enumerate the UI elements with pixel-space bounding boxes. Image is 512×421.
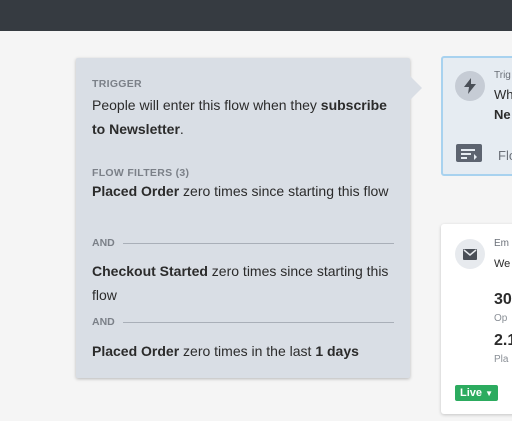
top-navigation-bar <box>0 0 512 31</box>
lightning-icon <box>455 71 485 101</box>
email-card-title: Em <box>494 238 509 249</box>
placed-order-label: Pla <box>494 354 509 365</box>
flow-filter-3: Placed Order zero times in the last 1 da… <box>92 343 359 359</box>
tooltip-pointer <box>409 75 422 101</box>
trigger-node-card[interactable]: Trig Wh Ne Flo <box>441 56 512 176</box>
trigger-details-tooltip: TRIGGER People will enter this flow when… <box>76 58 410 378</box>
flow-filter-1: Placed Order zero times since starting t… <box>92 183 389 199</box>
trigger-card-filters: Flo <box>498 148 512 163</box>
open-rate-value: 30 <box>494 291 512 308</box>
flow-filters-heading: FLOW FILTERS (3) <box>92 167 190 179</box>
trigger-description: People will enter this flow when they su… <box>92 97 387 137</box>
email-card-subtitle: We <box>494 258 511 270</box>
email-node-card[interactable]: Em We 30 Op 2.1 Pla Live ▼ <box>441 224 512 414</box>
trigger-card-line2: Ne <box>494 107 511 122</box>
placed-order-value: 2.1 <box>494 332 512 349</box>
filter-list-icon <box>456 144 482 162</box>
and-divider-2: AND <box>92 315 394 329</box>
and-divider-1: AND <box>92 236 394 250</box>
flow-filter-2: Checkout Started zero times since starti… <box>92 263 389 303</box>
live-status-dropdown[interactable]: Live ▼ <box>455 385 498 401</box>
open-rate-label: Op <box>494 313 508 324</box>
trigger-heading: TRIGGER <box>92 78 142 90</box>
envelope-icon <box>455 239 485 269</box>
trigger-card-title: Trig <box>494 70 511 81</box>
trigger-card-line1: Wh <box>494 87 512 102</box>
chevron-down-icon: ▼ <box>485 389 493 398</box>
